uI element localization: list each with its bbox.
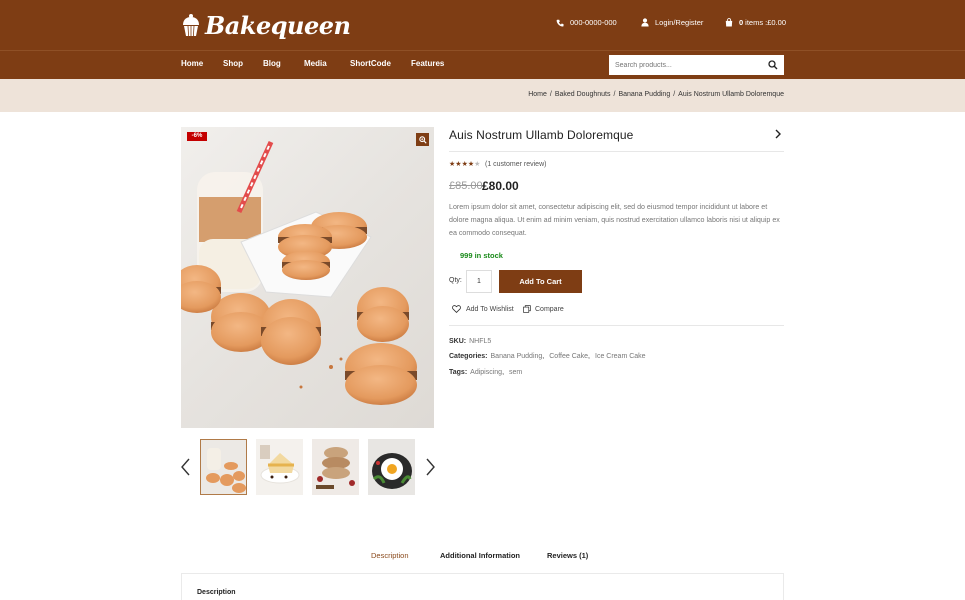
site-logo[interactable]: Bakequeen — [181, 9, 351, 41]
macaron-photo — [181, 140, 417, 405]
zoom-icon — [418, 135, 427, 144]
nav-shortcode[interactable]: ShortCode — [350, 59, 411, 68]
thumbnail-1[interactable] — [200, 439, 247, 495]
product-search — [609, 55, 784, 75]
zoom-button[interactable] — [416, 133, 429, 146]
thumbnail-2[interactable] — [256, 439, 303, 495]
sale-price: £80.00 — [482, 179, 519, 193]
user-icon — [641, 18, 649, 27]
brand-name: Bakequeen — [205, 10, 351, 40]
next-product-icon[interactable] — [774, 129, 782, 139]
sku-label: SKU: — [449, 338, 467, 345]
stock-status: 999 in stock — [460, 251, 503, 260]
categories-label: Categories: — [449, 353, 488, 360]
nav-shop[interactable]: Shop — [223, 59, 263, 68]
phone-text: 000-0000-000 — [570, 18, 617, 27]
panel-heading: Description — [197, 589, 236, 596]
tab-additional-information[interactable]: Additional Information — [440, 551, 520, 560]
heart-icon — [452, 305, 461, 313]
review-link[interactable]: (1 customer review) — [485, 161, 546, 168]
sku-value: NHFL5 — [469, 338, 492, 345]
phone-icon — [556, 19, 564, 27]
product-tags: Tags: Adipiscing, sem — [449, 369, 522, 376]
separator: , — [588, 353, 590, 360]
breadcrumb-separator: / — [549, 91, 552, 98]
add-to-wishlist-link[interactable]: Add To Wishlist — [452, 305, 514, 313]
quantity-input[interactable] — [466, 270, 492, 293]
shopping-bag-icon — [725, 18, 733, 27]
thumbnail-cake-image — [256, 439, 303, 495]
divider — [449, 325, 784, 326]
old-price: £85.00 — [449, 180, 483, 192]
tab-description[interactable]: Description — [371, 551, 409, 560]
tags-label: Tags: — [449, 369, 468, 376]
breadcrumb-home[interactable]: Home — [528, 91, 547, 98]
breadcrumb-subcategory[interactable]: Banana Pudding — [618, 91, 670, 98]
thumbnail-3[interactable] — [312, 439, 359, 495]
category-link[interactable]: Coffee Cake — [549, 353, 588, 360]
compare-link[interactable]: Compare — [523, 305, 564, 313]
thumbnail-macarons-image — [201, 440, 246, 494]
separator: , — [542, 353, 545, 360]
cupcake-icon — [183, 14, 199, 37]
tab-panel — [181, 573, 784, 600]
main-navbar — [0, 50, 965, 79]
add-to-cart-button[interactable]: Add To Cart — [499, 270, 582, 293]
category-link[interactable]: Banana Pudding — [491, 353, 543, 360]
star-rating: ★ ★ ★ ★ ★ — [449, 160, 480, 169]
mini-cart[interactable]: 0 items :£0.00 — [725, 18, 786, 27]
search-input[interactable] — [609, 56, 759, 74]
product-main-image[interactable] — [181, 127, 434, 428]
breadcrumb-separator: / — [673, 91, 676, 98]
short-description: Lorem ipsum dolor sit amet, consectetur … — [449, 203, 780, 237]
nav-media[interactable]: Media — [304, 59, 350, 68]
quantity-label: Qty: — [449, 277, 462, 284]
nav-blog[interactable]: Blog — [263, 59, 304, 68]
chevron-right-icon[interactable] — [424, 458, 436, 476]
divider — [449, 151, 784, 152]
phone-number[interactable]: 000-0000-000 — [556, 18, 617, 27]
sale-badge: -6% — [187, 132, 207, 141]
tag-link[interactable]: Adipiscing — [470, 369, 502, 376]
thumbnail-4[interactable] — [368, 439, 415, 495]
nav-home[interactable]: Home — [181, 59, 223, 68]
breadcrumb-current: Auis Nostrum Ullamb Doloremque — [678, 91, 784, 98]
wishlist-label: Add To Wishlist — [466, 305, 514, 313]
login-register-link[interactable]: Login/Register — [641, 18, 703, 27]
compare-label: Compare — [535, 305, 564, 313]
thumbnail-cookies-image — [312, 439, 359, 495]
category-link[interactable]: Ice Cream Cake — [595, 353, 646, 360]
product-sku: SKU: NHFL5 — [449, 338, 491, 345]
main-nav: Home Shop Blog Media ShortCode Features — [181, 59, 461, 68]
product-title: Auis Nostrum Ullamb Doloremque — [449, 128, 634, 142]
tab-reviews[interactable]: Reviews (1) — [547, 551, 588, 560]
cart-count: 0 — [739, 18, 744, 27]
chevron-left-icon[interactable] — [180, 458, 192, 476]
tag-link[interactable]: sem — [509, 369, 522, 376]
breadcrumb-category[interactable]: Baked Doughnuts — [555, 91, 611, 98]
login-text: Login/Register — [655, 18, 704, 27]
breadcrumb: Home / Baked Doughnuts / Banana Pudding / A… — [528, 91, 784, 98]
separator: , — [502, 369, 505, 376]
product-categories: Categories: Banana Pudding, Coffee Cake,… — [449, 353, 646, 360]
compare-icon — [523, 305, 531, 313]
thumbnail-egg-image — [368, 439, 415, 495]
nav-features[interactable]: Features — [411, 59, 461, 68]
search-icon[interactable] — [768, 60, 778, 70]
breadcrumb-separator: / — [613, 91, 616, 98]
cart-total: items :£0.00 — [745, 18, 787, 27]
top-header — [0, 0, 965, 50]
star-empty-icon: ★ — [474, 161, 481, 168]
breadcrumb-bar — [0, 79, 965, 112]
